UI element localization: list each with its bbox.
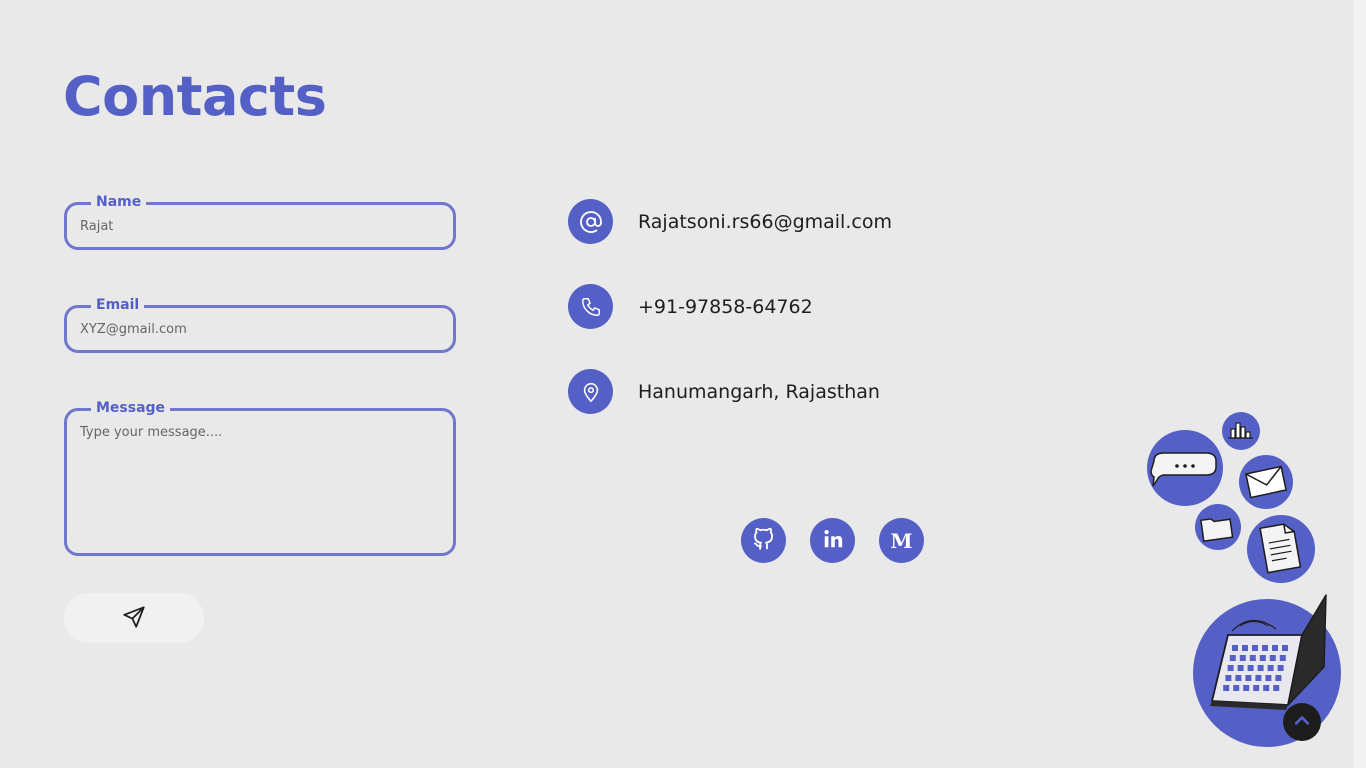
laptop-key [1263, 685, 1270, 691]
paper-plane-icon [121, 604, 147, 633]
laptop-key [1233, 685, 1240, 691]
contact-illustration [1140, 405, 1350, 750]
page-title: Contacts [63, 65, 327, 128]
phone-icon [568, 284, 613, 329]
laptop-key [1273, 685, 1280, 691]
laptop-key [1235, 675, 1242, 681]
message-label: Message [91, 399, 171, 417]
laptop-key [1247, 665, 1254, 671]
medium-link[interactable]: M [879, 518, 924, 563]
laptop-key [1272, 645, 1278, 651]
contact-email-row: Rajatsoni.rs66@gmail.com [568, 199, 892, 244]
laptop-key [1252, 645, 1258, 651]
scrollbar-track[interactable] [1354, 0, 1366, 768]
email-label: Email [91, 296, 145, 314]
laptop-key [1245, 675, 1252, 681]
at-icon [568, 199, 613, 244]
contact-phone-text[interactable]: +91-97858-64762 [638, 296, 813, 318]
contact-location-text: Hanumangarh, Rajasthan [638, 380, 880, 403]
laptop-key [1225, 675, 1232, 681]
github-icon [752, 527, 776, 555]
laptop-key [1239, 655, 1246, 661]
linkedin-icon [822, 528, 844, 554]
laptop-key [1255, 675, 1262, 681]
laptop-key [1259, 655, 1266, 661]
laptop-key [1265, 675, 1272, 681]
laptop-key [1253, 685, 1260, 691]
name-field: Name [64, 193, 456, 250]
message-textarea[interactable] [80, 425, 440, 543]
contact-location-row: Hanumangarh, Rajasthan [568, 369, 880, 414]
laptop-key [1267, 665, 1274, 671]
laptop-key [1237, 665, 1244, 671]
email-input[interactable] [80, 308, 440, 350]
linkedin-link[interactable] [810, 518, 855, 563]
laptop-key [1249, 655, 1256, 661]
message-field: Message [64, 399, 456, 556]
laptop-key [1269, 655, 1276, 661]
contact-email-text[interactable]: Rajatsoni.rs66@gmail.com [638, 211, 892, 233]
laptop-key [1282, 645, 1288, 651]
chevron-up-icon [1292, 710, 1312, 734]
name-label: Name [91, 193, 147, 211]
laptop-key [1227, 665, 1234, 671]
laptop-key [1257, 665, 1264, 671]
send-button[interactable] [64, 593, 204, 643]
laptop-key [1242, 645, 1248, 651]
name-input[interactable] [80, 205, 440, 247]
laptop-key [1279, 655, 1286, 661]
laptop-key [1232, 645, 1238, 651]
contact-phone-row: +91-97858-64762 [568, 284, 813, 329]
laptop-key [1223, 685, 1230, 691]
laptop-key [1275, 675, 1282, 681]
scroll-top-button[interactable] [1283, 703, 1321, 741]
laptop-key [1229, 655, 1236, 661]
location-pin-icon [568, 369, 613, 414]
laptop-key [1277, 665, 1284, 671]
github-link[interactable] [741, 518, 786, 563]
email-field: Email [64, 296, 456, 353]
laptop-key [1243, 685, 1250, 691]
laptop-key [1262, 645, 1268, 651]
medium-icon: M [890, 528, 913, 553]
